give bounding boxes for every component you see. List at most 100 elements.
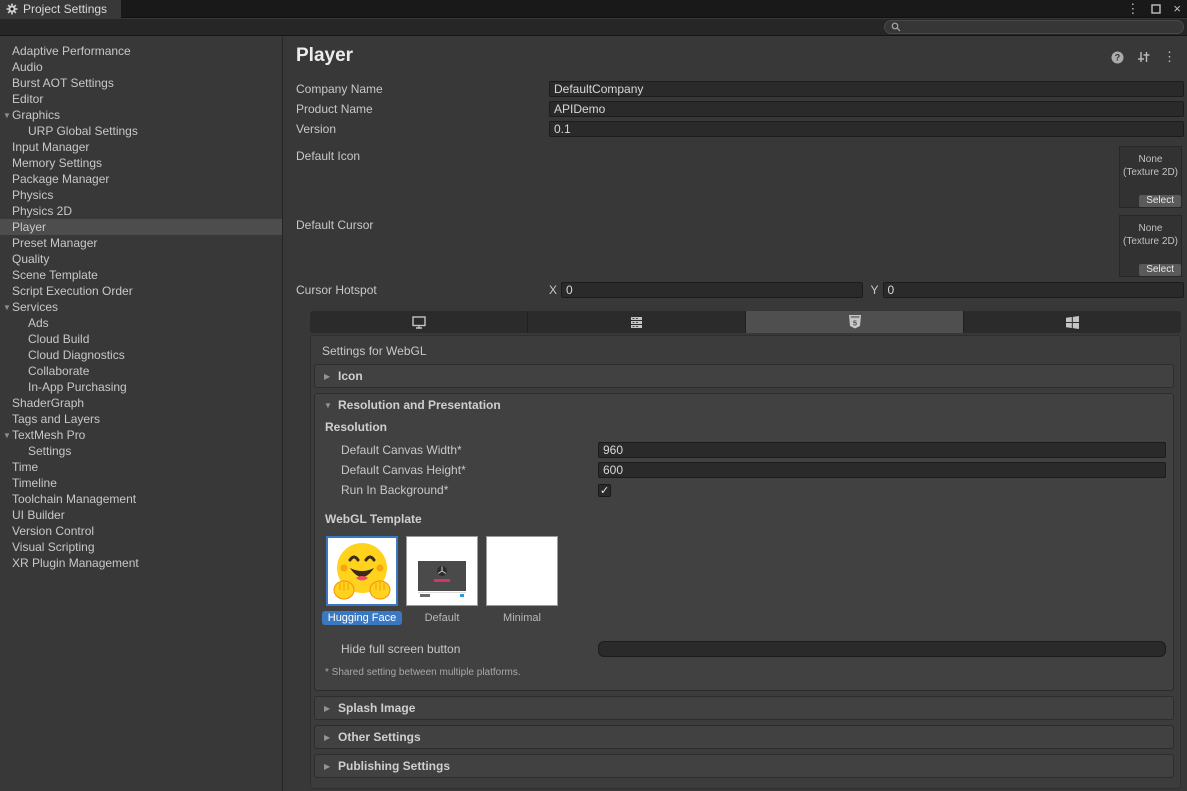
sidebar-item[interactable]: ▼ Adaptive Performance xyxy=(0,43,282,59)
resolution-presentation-body: Resolution Default Canvas Width* Default… xyxy=(315,416,1173,690)
section-icon: Icon xyxy=(314,364,1174,388)
kebab-menu-icon[interactable]: ⋮ xyxy=(1163,49,1176,65)
hide-fullscreen-row: Hide full screen button xyxy=(315,639,1173,659)
foldout-expanded-icon[interactable]: ▼ xyxy=(2,303,12,312)
section-label: Splash Image xyxy=(338,701,415,715)
canvas-width-input[interactable] xyxy=(598,442,1166,458)
sidebar-item[interactable]: ▼ Package Manager xyxy=(0,171,282,187)
sidebar-item[interactable]: ▼ Graphics xyxy=(0,107,282,123)
close-icon[interactable]: × xyxy=(1173,0,1181,18)
cursor-hotspot-label: Cursor Hotspot xyxy=(296,283,549,297)
sidebar-item[interactable]: ▼ Ads xyxy=(0,315,282,331)
sidebar-item[interactable]: ▼ Preset Manager xyxy=(0,235,282,251)
sidebar-item[interactable]: ▼ Memory Settings xyxy=(0,155,282,171)
sidebar-item[interactable]: ▼ Time xyxy=(0,459,282,475)
sidebar-item[interactable]: ▼ Settings xyxy=(0,443,282,459)
foldout-expanded-icon[interactable]: ▼ xyxy=(2,431,12,440)
sidebar-item-label: Player xyxy=(12,220,46,234)
search-input[interactable] xyxy=(905,21,1177,33)
platform-tab-webgl[interactable]: 5 xyxy=(746,311,964,333)
sidebar-item[interactable]: ▼ Audio xyxy=(0,59,282,75)
sidebar-item[interactable]: ▼ Cloud Diagnostics xyxy=(0,347,282,363)
sidebar-item-label: Settings xyxy=(28,444,71,458)
sidebar-item-label: UI Builder xyxy=(12,508,65,522)
product-name-input[interactable] xyxy=(549,101,1184,117)
sidebar-item[interactable]: ▼ Timeline xyxy=(0,475,282,491)
sidebar-item[interactable]: ▼ Scene Template xyxy=(0,267,282,283)
sidebar-item[interactable]: ▼ Burst AOT Settings xyxy=(0,75,282,91)
sidebar-item-label: TextMesh Pro xyxy=(12,428,85,442)
template-card-hugging-face[interactable]: Hugging Face xyxy=(326,536,398,625)
product-name-row: Product Name xyxy=(296,99,1184,119)
template-card-minimal[interactable]: Minimal xyxy=(486,536,558,625)
default-cursor-object-field[interactable]: None (Texture 2D) Select xyxy=(1119,215,1182,277)
section-header-resolution-presentation[interactable]: Resolution and Presentation xyxy=(315,394,1173,416)
page-title: Player xyxy=(296,45,1184,67)
section-header-splash-image[interactable]: Splash Image xyxy=(315,697,1173,719)
sidebar-item[interactable]: ▼ TextMesh Pro xyxy=(0,427,282,443)
canvas-height-row: Default Canvas Height* xyxy=(315,460,1173,480)
sidebar-item[interactable]: ▼ Version Control xyxy=(0,523,282,539)
sidebar-item[interactable]: ▼ Cloud Build xyxy=(0,331,282,347)
cursor-hotspot-row: Cursor Hotspot X Y xyxy=(296,281,1184,299)
sidebar-item[interactable]: ▼ Physics xyxy=(0,187,282,203)
help-icon[interactable]: ? xyxy=(1111,51,1124,64)
sidebar-item[interactable]: ▼ Script Execution Order xyxy=(0,283,282,299)
sidebar-item[interactable]: ▼ In-App Purchasing xyxy=(0,379,282,395)
sidebar-item[interactable]: ▼ Quality xyxy=(0,251,282,267)
sidebar-item-label: Quality xyxy=(12,252,49,266)
default-cursor-select-button[interactable]: Select xyxy=(1139,264,1181,276)
sidebar-item[interactable]: ▼ Collaborate xyxy=(0,363,282,379)
platform-tab-standalone[interactable] xyxy=(310,311,528,333)
sidebar-item[interactable]: ▼ Physics 2D xyxy=(0,203,282,219)
canvas-height-input[interactable] xyxy=(598,462,1166,478)
sidebar-item[interactable]: ▼ Services xyxy=(0,299,282,315)
sidebar-item[interactable]: ▼ URP Global Settings xyxy=(0,123,282,139)
hotspot-y-input[interactable] xyxy=(883,282,1184,298)
sidebar-item-label: Burst AOT Settings xyxy=(12,76,114,90)
company-name-label: Company Name xyxy=(296,82,549,96)
template-label: Minimal xyxy=(497,611,547,625)
company-name-input[interactable] xyxy=(549,81,1184,97)
window-tab-project-settings[interactable]: Project Settings xyxy=(0,0,121,18)
hide-fullscreen-input[interactable] xyxy=(598,641,1166,657)
hotspot-x-input[interactable] xyxy=(561,282,862,298)
platform-tab-windows-store[interactable] xyxy=(964,311,1181,333)
section-header-icon[interactable]: Icon xyxy=(315,365,1173,387)
sidebar-item-label: Tags and Layers xyxy=(12,412,100,426)
sidebar-item[interactable]: ▼ Visual Scripting xyxy=(0,539,282,555)
version-row: Version xyxy=(296,119,1184,139)
sidebar-item[interactable]: ▼ XR Plugin Management xyxy=(0,555,282,571)
template-card-default[interactable]: Default xyxy=(406,536,478,625)
sidebar-item[interactable]: ▼ UI Builder xyxy=(0,507,282,523)
sidebar-item[interactable]: ▼ Tags and Layers xyxy=(0,411,282,427)
section-header-publishing-settings[interactable]: Publishing Settings xyxy=(315,755,1173,777)
platform-tab-dedicated-server[interactable] xyxy=(528,311,746,333)
sidebar-item-label: XR Plugin Management xyxy=(12,556,139,570)
maximize-icon[interactable] xyxy=(1151,4,1161,14)
platform-tab-strip: 5 xyxy=(310,311,1181,333)
run-in-background-checkbox[interactable] xyxy=(598,484,611,497)
canvas-width-row: Default Canvas Width* xyxy=(315,440,1173,460)
section-header-other-settings[interactable]: Other Settings xyxy=(315,726,1173,748)
foldout-collapsed-icon xyxy=(324,704,338,713)
sidebar-item[interactable]: ▼ Player xyxy=(0,219,282,235)
hotspot-x-label: X xyxy=(549,283,557,297)
sidebar-item-label: Visual Scripting xyxy=(12,540,95,554)
shared-setting-note: * Shared setting between multiple platfo… xyxy=(315,659,1173,680)
version-input[interactable] xyxy=(549,121,1184,137)
search-field[interactable] xyxy=(884,20,1184,34)
kebab-menu-icon[interactable]: ⋮ xyxy=(1126,0,1139,18)
sidebar-item[interactable]: ▼ Editor xyxy=(0,91,282,107)
sidebar-item[interactable]: ▼ ShaderGraph xyxy=(0,395,282,411)
sidebar-item[interactable]: ▼ Input Manager xyxy=(0,139,282,155)
section-label: Publishing Settings xyxy=(338,759,450,773)
sidebar-item[interactable]: ▼ Toolchain Management xyxy=(0,491,282,507)
sidebar-item-label: Version Control xyxy=(12,524,94,538)
sidebar-item-label: Collaborate xyxy=(28,364,89,378)
default-icon-select-button[interactable]: Select xyxy=(1139,195,1181,207)
presets-icon[interactable] xyxy=(1137,51,1150,63)
windows-icon xyxy=(1066,316,1079,329)
default-icon-object-field[interactable]: None (Texture 2D) Select xyxy=(1119,146,1182,208)
foldout-expanded-icon[interactable]: ▼ xyxy=(2,111,12,120)
